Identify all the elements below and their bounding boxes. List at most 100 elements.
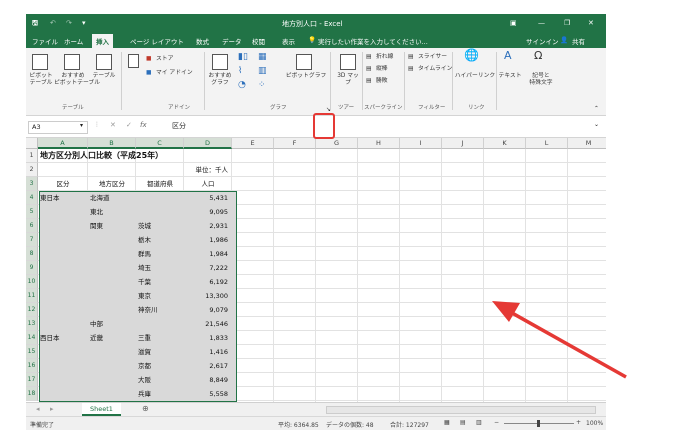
data-cell[interactable]: 8,849 xyxy=(186,373,230,387)
name-box[interactable]: A3 xyxy=(28,121,88,134)
column-header-D[interactable]: D xyxy=(184,138,232,149)
data-cell[interactable]: 群馬 xyxy=(138,247,182,261)
minimize-icon[interactable]: — xyxy=(538,19,545,27)
data-cell[interactable]: 2,931 xyxy=(186,219,230,233)
line-chart-icon[interactable]: ⌇ xyxy=(238,67,242,76)
data-cell[interactable]: 5,431 xyxy=(186,191,230,205)
data-cell[interactable]: 6,192 xyxy=(186,275,230,289)
data-cell[interactable]: 7,222 xyxy=(186,261,230,275)
column-chart-icon[interactable]: ▮▯ xyxy=(238,53,248,62)
row-header-18[interactable]: 18 xyxy=(26,387,38,401)
data-cell[interactable]: 神奈川 xyxy=(138,303,182,317)
data-cell[interactable]: 東日本 xyxy=(40,191,86,205)
redo-icon[interactable]: ↷ xyxy=(66,19,72,27)
tab-formulas[interactable]: 数式 xyxy=(196,36,209,46)
share-button[interactable]: 共有 xyxy=(572,36,585,46)
scatter-chart-icon[interactable]: ⁘ xyxy=(258,81,266,90)
row-header-2[interactable]: 2 xyxy=(26,163,38,177)
close-icon[interactable]: ✕ xyxy=(588,19,594,27)
column-header-E[interactable]: E xyxy=(232,138,274,149)
column-header-J[interactable]: J xyxy=(442,138,484,149)
3d-map-button[interactable]: 3D マッ プ xyxy=(334,73,362,87)
pivot-chart-button[interactable]: ピボットグラフ xyxy=(284,73,328,80)
cancel-icon[interactable]: ✕ xyxy=(110,121,116,129)
row-header-8[interactable]: 8 xyxy=(26,247,38,261)
tab-page-layout[interactable]: ページ レイアウト xyxy=(130,36,184,46)
select-all-corner[interactable] xyxy=(26,138,38,149)
header-cell-1[interactable]: 地方区分 xyxy=(90,177,134,191)
illustrations-icon[interactable] xyxy=(128,54,139,68)
worksheet-grid[interactable]: ABCDEFGHIJKLM 1 2 3 4 5 6 7 8 9 10 11 12 13 14 15 16 17 1… xyxy=(26,138,606,402)
symbol-button[interactable]: 記号と 特殊文字 xyxy=(524,73,558,87)
data-cell[interactable]: 茨城 xyxy=(138,219,182,233)
data-cell[interactable]: 9,095 xyxy=(186,205,230,219)
data-cell[interactable]: 千葉 xyxy=(138,275,182,289)
text-button[interactable]: テキスト xyxy=(498,73,522,80)
data-cell[interactable]: 13,300 xyxy=(186,289,230,303)
row-header-6[interactable]: 6 xyxy=(26,219,38,233)
zoom-in-icon[interactable]: + xyxy=(576,419,581,426)
header-cell-0[interactable]: 区分 xyxy=(40,177,86,191)
slicer-button[interactable]: スライサー xyxy=(418,54,447,61)
enter-icon[interactable]: ✓ xyxy=(126,121,132,129)
data-cell[interactable]: 21,546 xyxy=(186,317,230,331)
zoom-level[interactable]: 100% xyxy=(586,420,603,427)
sheet-tab-sheet1[interactable]: Sheet1 xyxy=(82,403,121,416)
data-cell[interactable]: 京都 xyxy=(138,359,182,373)
data-cell[interactable]: 東京 xyxy=(138,289,182,303)
data-cell[interactable]: 東北 xyxy=(90,205,134,219)
column-header-L[interactable]: L xyxy=(526,138,568,149)
store-button[interactable]: ストア xyxy=(156,56,173,63)
column-header-A[interactable]: A xyxy=(38,138,88,149)
row-header-4[interactable]: 4 xyxy=(26,191,38,205)
zoom-slider-thumb[interactable] xyxy=(537,420,540,427)
row-header-15[interactable]: 15 xyxy=(26,345,38,359)
collapse-ribbon-icon[interactable]: ⌃ xyxy=(594,106,599,113)
add-sheet-icon[interactable]: ⊕ xyxy=(142,404,149,413)
row-header-17[interactable]: 17 xyxy=(26,373,38,387)
expand-formula-icon[interactable]: ⌄ xyxy=(594,121,599,128)
row-header-5[interactable]: 5 xyxy=(26,205,38,219)
data-cell[interactable]: 1,416 xyxy=(186,345,230,359)
page-layout-view-icon[interactable]: ▤ xyxy=(460,419,466,426)
column-header-I[interactable]: I xyxy=(400,138,442,149)
data-cell[interactable]: 2,617 xyxy=(186,359,230,373)
my-addins-button[interactable]: マイ アドイン xyxy=(156,70,193,77)
row-header-14[interactable]: 14 xyxy=(26,331,38,345)
tab-file[interactable]: ファイル xyxy=(32,36,58,46)
sheet-title-cell[interactable]: 地方区分別人口比較（平成25年） xyxy=(40,149,230,163)
data-cell[interactable]: 西日本 xyxy=(40,331,86,345)
page-break-view-icon[interactable]: ▥ xyxy=(476,419,482,426)
row-header-11[interactable]: 11 xyxy=(26,289,38,303)
table-button[interactable]: テーブル xyxy=(90,73,118,80)
zoom-out-icon[interactable]: − xyxy=(494,419,499,426)
tell-me-box[interactable]: 実行したい作業を入力してください... xyxy=(318,36,438,46)
recommended-pivot-button[interactable]: おすすめ ピボットテーブル xyxy=(54,73,100,87)
data-cell[interactable]: 中部 xyxy=(90,317,134,331)
tab-review[interactable]: 校閲 xyxy=(252,36,265,46)
data-cell[interactable]: 近畿 xyxy=(90,331,134,345)
prev-sheet-icon[interactable]: ◂ xyxy=(36,405,40,413)
row-header-13[interactable]: 13 xyxy=(26,317,38,331)
header-cell-2[interactable]: 都道府県 xyxy=(138,177,182,191)
column-header-C[interactable]: C xyxy=(136,138,184,149)
restore-icon[interactable]: ❐ xyxy=(564,19,570,27)
name-box-dropdown-icon[interactable]: ▾ xyxy=(80,122,83,129)
tab-insert[interactable]: 挿入 xyxy=(92,34,113,48)
row-header-3[interactable]: 3 xyxy=(26,177,38,191)
tab-home[interactable]: ホーム xyxy=(64,36,83,46)
data-cell[interactable]: 栃木 xyxy=(138,233,182,247)
header-cell-3[interactable]: 人口 xyxy=(186,177,230,191)
normal-view-icon[interactable]: ▦ xyxy=(444,419,450,426)
data-cell[interactable]: 9,079 xyxy=(186,303,230,317)
data-cell[interactable]: 1,833 xyxy=(186,331,230,345)
column-header-M[interactable]: M xyxy=(568,138,606,149)
save-icon[interactable]: 🖫 xyxy=(32,19,38,30)
hyperlink-button[interactable]: ハイパーリンク xyxy=(454,73,496,80)
data-cell[interactable]: 5,558 xyxy=(186,387,230,401)
column-header-B[interactable]: B xyxy=(88,138,136,149)
row-header-7[interactable]: 7 xyxy=(26,233,38,247)
formula-input[interactable]: 区分 xyxy=(172,121,186,131)
tab-view[interactable]: 表示 xyxy=(282,36,295,46)
signin-link[interactable]: サインイン xyxy=(526,36,559,46)
